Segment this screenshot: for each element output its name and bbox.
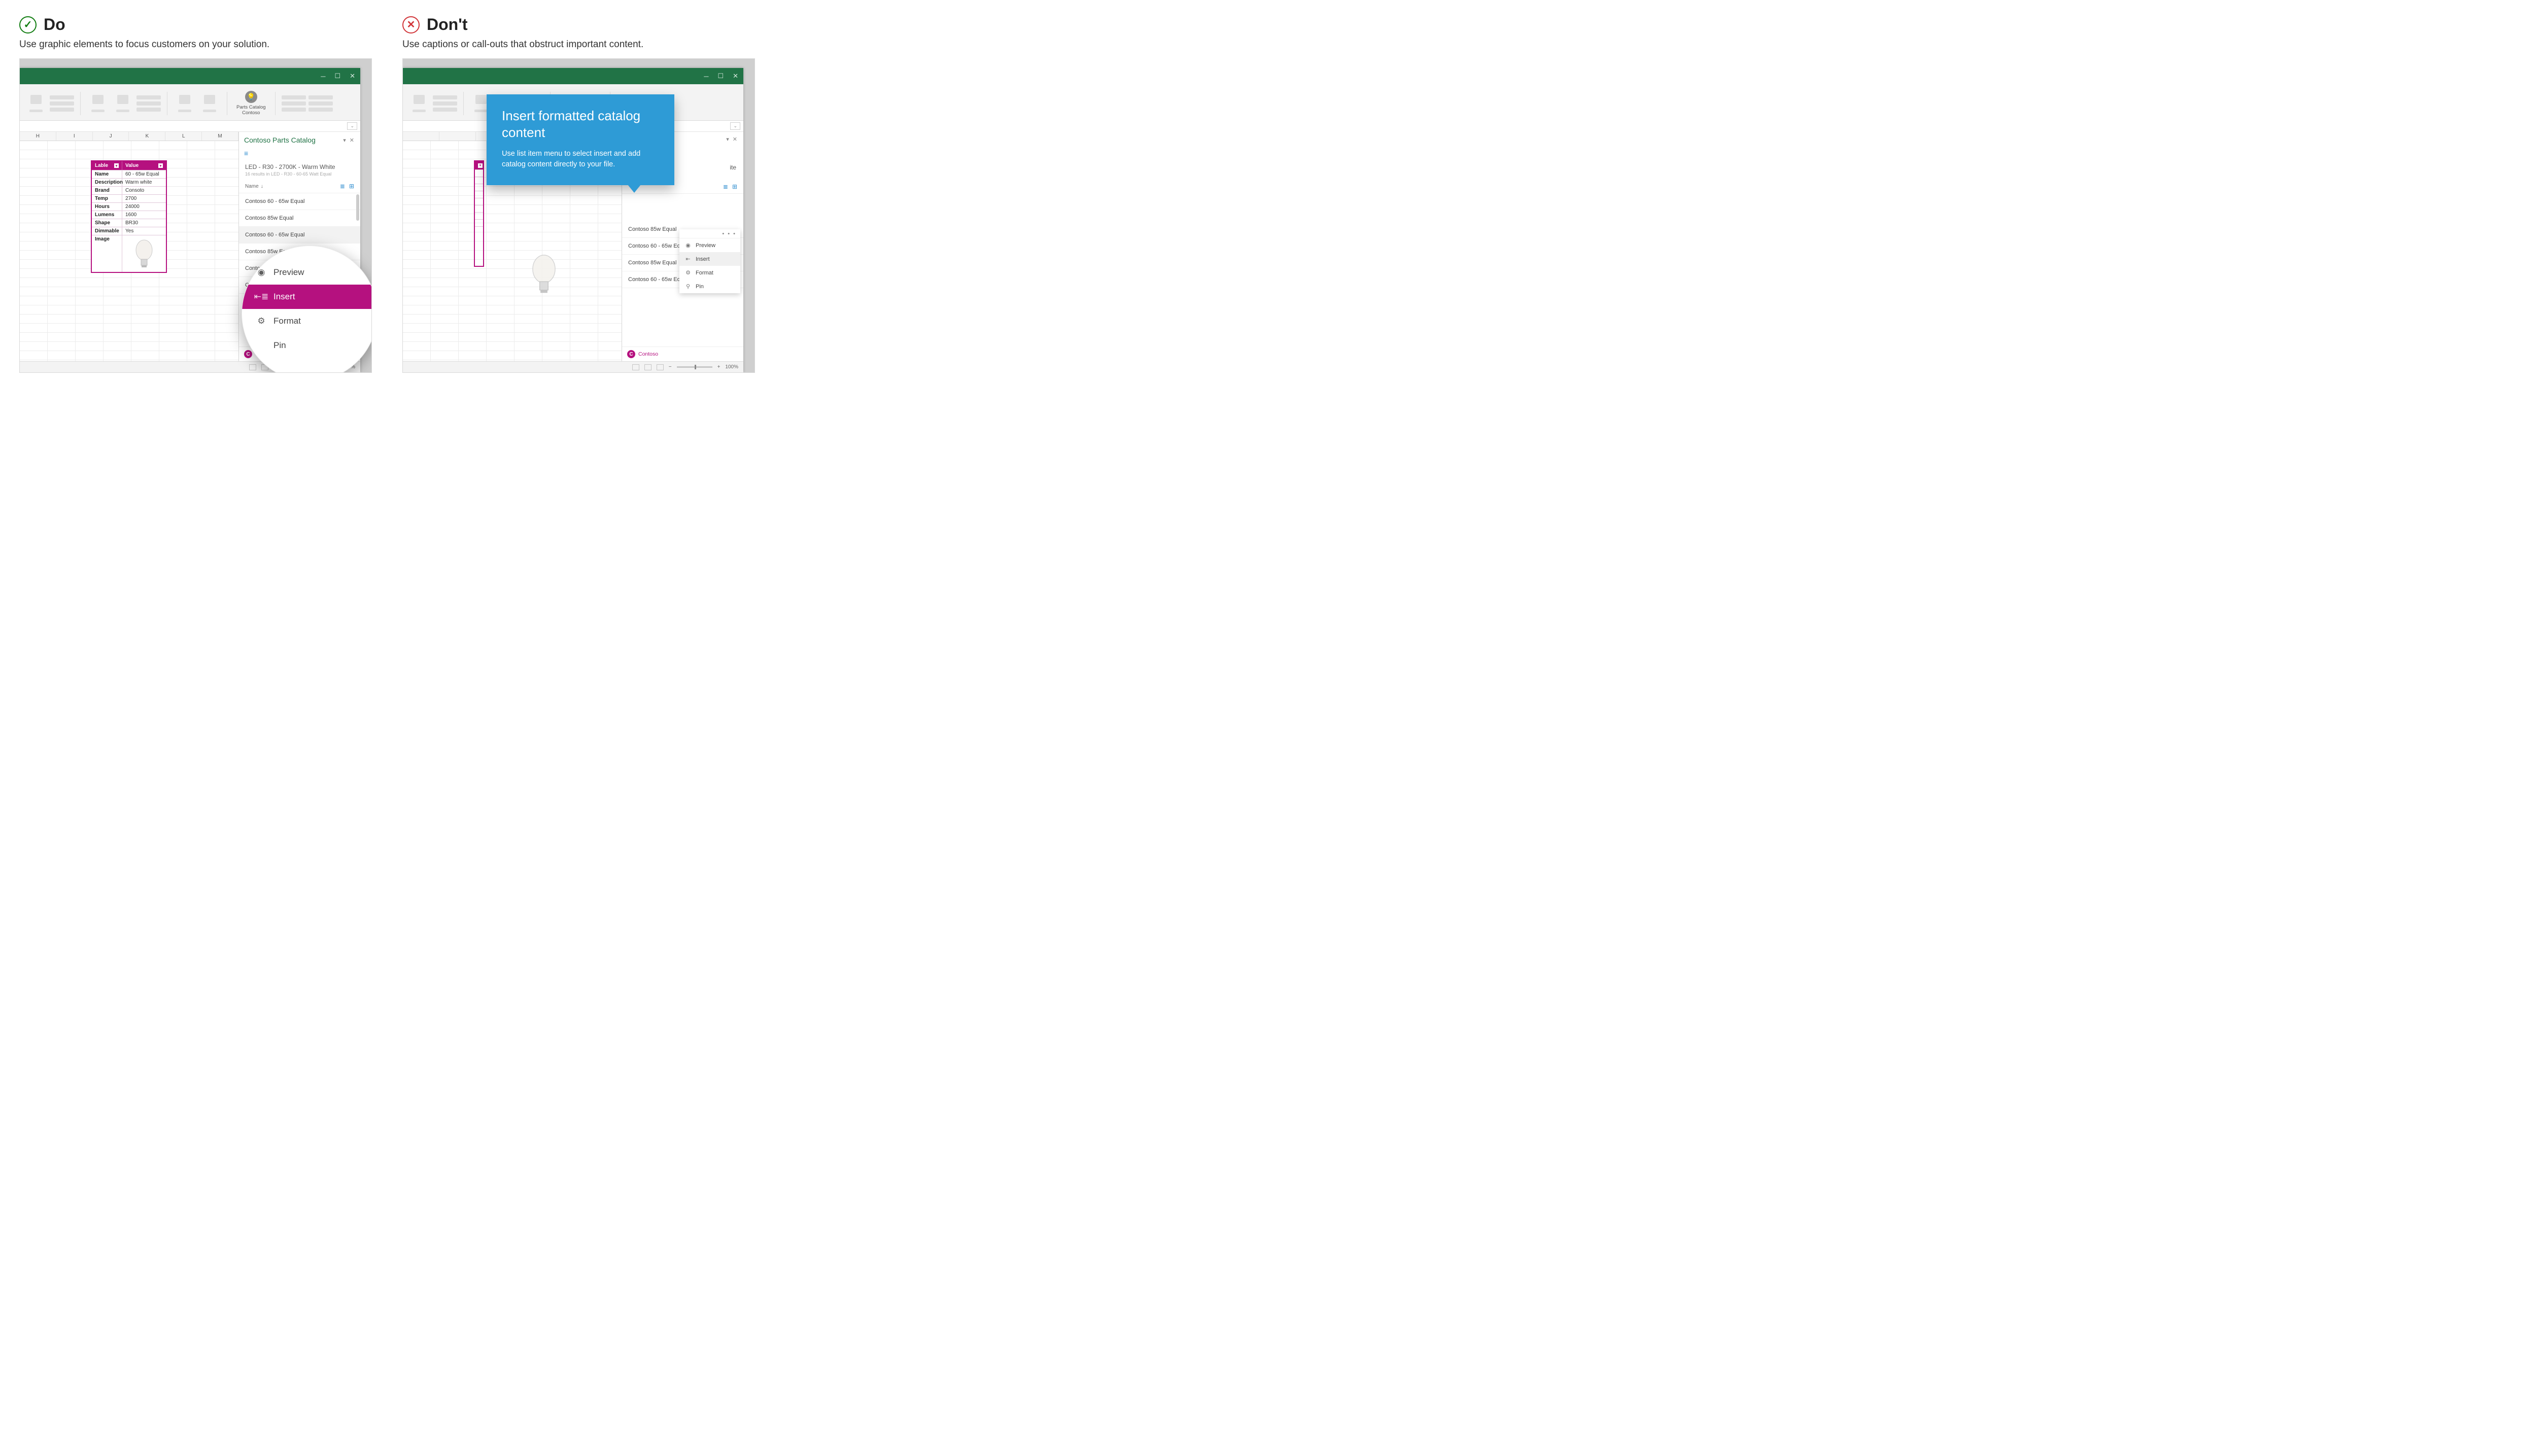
- ribbon-button[interactable]: [308, 95, 333, 112]
- ribbon-addin-button[interactable]: 💡 Parts Catalog Contoso: [233, 91, 269, 116]
- list-item[interactable]: Contoso 85w Equal: [239, 210, 360, 227]
- maximize-icon[interactable]: ☐: [334, 72, 340, 80]
- ribbon-addin-label-2: Contoso: [242, 110, 260, 116]
- do-title: Do: [44, 15, 65, 34]
- hamburger-icon[interactable]: ≡: [239, 147, 360, 160]
- brand-label: Contoso: [638, 351, 658, 357]
- list-view-icon[interactable]: ≣: [340, 183, 345, 190]
- ribbon-button[interactable]: [408, 92, 430, 115]
- magnifier-overlay: ◉ Preview ⇤≣ Insert ⚙ Format Pin: [242, 246, 372, 373]
- pane-dropdown-icon[interactable]: ▾: [726, 136, 730, 143]
- view-break-icon[interactable]: [657, 364, 664, 370]
- menu-preview[interactable]: ◉ Preview: [242, 260, 372, 285]
- filter-arrow-icon[interactable]: ▾: [158, 163, 163, 168]
- menu-pin[interactable]: ⚲Pin: [679, 280, 740, 293]
- menu-pin[interactable]: Pin: [242, 333, 372, 358]
- ribbon: 💡 Parts Catalog Contoso: [20, 84, 360, 121]
- close-icon[interactable]: ✕: [350, 72, 355, 80]
- window-titlebar: ─ ☐ ✕: [20, 68, 360, 84]
- ribbon-button[interactable]: [136, 92, 161, 115]
- spreadsheet-data-table[interactable]: Lable▾ Value▾ Name60 - 65w Equal Descrip…: [91, 160, 167, 273]
- zoom-out-icon[interactable]: −: [669, 364, 672, 370]
- do-subtitle: Use graphic elements to focus customers …: [19, 39, 372, 50]
- callout-heading: Insert formatted catalog content: [502, 108, 659, 141]
- column-headers: HIJKLM: [20, 132, 238, 141]
- bulb-image: [530, 254, 558, 294]
- grid-view-icon[interactable]: ⊞: [732, 183, 737, 190]
- spreadsheet-grid[interactable]: HIJKLM Lable▾ Value▾ Name60 - 65w Equal …: [20, 132, 238, 361]
- eye-icon: ◉: [256, 267, 266, 278]
- dont-title: Don't: [427, 15, 467, 34]
- sliders-icon: ⚙: [256, 316, 266, 326]
- insert-icon: ⇤≣: [256, 292, 266, 302]
- close-icon[interactable]: ✕: [733, 72, 738, 80]
- minimize-icon[interactable]: ─: [704, 73, 708, 80]
- sliders-icon: ⚙: [684, 269, 692, 276]
- ribbon-button[interactable]: [282, 95, 306, 112]
- dont-badge-icon: ✕: [402, 16, 420, 33]
- view-normal-icon[interactable]: [249, 364, 256, 370]
- dont-subtitle: Use captions or call-outs that obstruct …: [402, 39, 755, 50]
- ribbon-addin-label-1: Parts Catalog: [236, 105, 266, 110]
- maximize-icon[interactable]: ☐: [717, 72, 724, 80]
- pane-dropdown-icon[interactable]: ▾: [343, 137, 347, 144]
- breadcrumb: LED - R30 - 2700K - Warm White: [239, 160, 360, 171]
- pane-close-icon[interactable]: ✕: [350, 137, 355, 144]
- more-icon[interactable]: • • •: [679, 229, 740, 238]
- sort-label[interactable]: Name: [245, 184, 259, 189]
- zoom-level[interactable]: 100%: [725, 364, 738, 370]
- callout-body: Use list item menu to select insert and …: [502, 149, 659, 170]
- eye-icon: ◉: [684, 242, 692, 249]
- zoom-slider[interactable]: [677, 366, 712, 368]
- scrollbar[interactable]: [356, 194, 359, 221]
- menu-preview[interactable]: ◉Preview: [679, 238, 740, 252]
- ribbon-button[interactable]: [433, 92, 457, 115]
- ribbon-button[interactable]: [198, 92, 221, 115]
- list-item[interactable]: Contoso 60 - 65w Equal: [239, 193, 360, 210]
- filter-arrow-icon[interactable]: ▾: [478, 163, 483, 168]
- filter-arrow-icon[interactable]: ▾: [114, 163, 119, 168]
- results-count: 16 results in LED - R30 - 60-65 Watt Equ…: [239, 171, 360, 180]
- results-list: Contoso 85w Equal Contoso 60 - 65w Equal…: [622, 194, 743, 346]
- expand-icon[interactable]: ⌄: [347, 122, 357, 130]
- window-titlebar: ─ ☐ ✕: [403, 68, 743, 84]
- callout-tooltip: Insert formatted catalog content Use lis…: [487, 94, 674, 185]
- insert-icon: ⇤: [684, 256, 692, 262]
- list-item[interactable]: Contoso 60 - 65w Equal: [239, 227, 360, 244]
- menu-insert[interactable]: ⇤Insert: [679, 252, 740, 266]
- bulb-image: [134, 239, 154, 268]
- ribbon-button[interactable]: [50, 92, 74, 115]
- view-normal-icon[interactable]: [632, 364, 639, 370]
- formula-bar[interactable]: ⌄: [20, 121, 360, 132]
- brand-badge-icon: C: [627, 350, 635, 358]
- menu-format[interactable]: ⚙ Format: [242, 309, 372, 333]
- sort-arrow-icon[interactable]: ↓: [261, 184, 263, 189]
- do-badge-icon: ✓: [19, 16, 37, 33]
- lightbulb-icon: 💡: [245, 91, 257, 103]
- view-layout-icon[interactable]: [644, 364, 652, 370]
- list-view-icon[interactable]: ≣: [723, 183, 728, 190]
- status-bar: − + 100%: [403, 361, 743, 372]
- expand-icon[interactable]: ⌄: [730, 122, 740, 130]
- menu-insert[interactable]: ⇤≣ Insert: [242, 285, 372, 309]
- task-pane-footer: C Contoso: [622, 346, 743, 361]
- grid-view-icon[interactable]: ⊞: [349, 183, 354, 190]
- do-frame: ─ ☐ ✕ 💡 Parts Catalog Contoso: [19, 58, 372, 373]
- context-menu: • • • ◉Preview ⇤Insert ⚙Format ⚲Pin: [679, 229, 740, 293]
- ribbon-button[interactable]: [174, 92, 196, 115]
- task-pane-title: Contoso Parts Catalog: [244, 136, 316, 144]
- pin-icon: ⚲: [684, 283, 692, 290]
- ribbon-button[interactable]: [87, 92, 109, 115]
- ribbon-button[interactable]: [25, 92, 47, 115]
- pane-close-icon[interactable]: ✕: [733, 136, 738, 143]
- minimize-icon[interactable]: ─: [321, 73, 325, 80]
- menu-format[interactable]: ⚙Format: [679, 266, 740, 280]
- ribbon-button[interactable]: [112, 92, 134, 115]
- zoom-in-icon[interactable]: +: [717, 364, 721, 370]
- dont-frame: ─ ☐ ✕ ⌄: [402, 58, 755, 373]
